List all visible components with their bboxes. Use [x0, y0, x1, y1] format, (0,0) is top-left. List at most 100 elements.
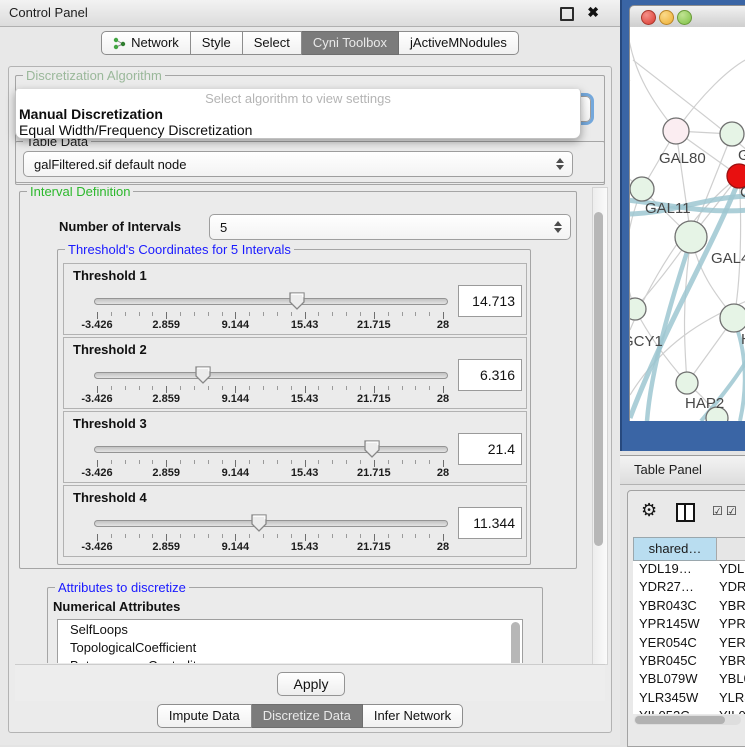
- tick-mark: [332, 312, 333, 316]
- slider-thumb[interactable]: [288, 291, 306, 311]
- tick-mark: [318, 460, 319, 464]
- tab-cyni-toolbox[interactable]: Cyni Toolbox: [302, 31, 399, 55]
- network-node-green[interactable]: [720, 304, 745, 332]
- tab-network[interactable]: Network: [101, 31, 191, 55]
- columns-icon[interactable]: [676, 503, 695, 522]
- slider-thumb[interactable]: [250, 513, 268, 533]
- dropdown-item-manual-discretization[interactable]: Manual Discretization: [19, 106, 163, 122]
- attribute-list-item[interactable]: BetweennessCentrality: [58, 656, 522, 663]
- node-label: GAL80: [659, 150, 706, 167]
- table-row[interactable]: YBR045CYBR0: [633, 653, 745, 671]
- tab-label: Infer Network: [374, 706, 451, 726]
- apply-button[interactable]: Apply: [277, 672, 345, 696]
- tab-jactivemnodules[interactable]: jActiveMNodules: [399, 31, 519, 55]
- attribute-list-item[interactable]: SelfLoops: [58, 620, 522, 638]
- table-horizontal-scrollbar[interactable]: [634, 715, 741, 725]
- table-row[interactable]: YPR145WYPR1: [633, 616, 745, 634]
- network-node-green[interactable]: [675, 221, 707, 253]
- threshold-label: Threshold 1: [73, 268, 147, 283]
- network-window-titlebar[interactable]: [629, 5, 745, 29]
- network-canvas[interactable]: GAL80GCGAL11GAL4GCY1HHAP2: [629, 27, 745, 421]
- tick-label: 21.715: [357, 467, 391, 479]
- close-icon[interactable]: ✖: [587, 4, 599, 21]
- panel-title: Control Panel: [9, 5, 88, 20]
- tick-mark: [97, 312, 98, 319]
- node-table[interactable]: shared… na YDL19…YDL1YDR27…YDR2YBR043CYB…: [633, 537, 745, 714]
- tick-mark: [139, 460, 140, 464]
- number-of-intervals-combo[interactable]: 5: [209, 214, 571, 240]
- slider-track[interactable]: [94, 446, 448, 453]
- tick-label: 28: [437, 319, 449, 331]
- slider-track[interactable]: [94, 520, 448, 527]
- cell-shared-name: YBR045C: [639, 653, 697, 668]
- threshold-value-input[interactable]: [458, 359, 522, 391]
- table-row[interactable]: YLR345WYLR3: [633, 690, 745, 708]
- slider-thumb[interactable]: [363, 439, 381, 459]
- threshold-value-input[interactable]: [458, 433, 522, 465]
- table-row[interactable]: YDL19…YDL1: [633, 561, 745, 579]
- float-window-icon[interactable]: [560, 7, 574, 21]
- threshold-value-input[interactable]: [458, 285, 522, 317]
- table-row[interactable]: YDR27…YDR2: [633, 579, 745, 597]
- node-label: HAP2: [685, 395, 724, 412]
- numerical-attributes-list[interactable]: SelfLoopsTopologicalCoefficientBetweenne…: [57, 619, 523, 663]
- network-node-green[interactable]: [630, 298, 646, 320]
- table-row[interactable]: YER054CYER0: [633, 635, 745, 653]
- tick-mark: [415, 386, 416, 390]
- gear-icon[interactable]: ⚙: [641, 501, 657, 519]
- table-row[interactable]: YIL052CYIL0: [633, 708, 745, 714]
- close-traffic-light-icon[interactable]: [641, 10, 656, 25]
- attributes-list-scrollbar[interactable]: [511, 622, 520, 663]
- checkbox-icon[interactable]: ☑: [712, 505, 723, 517]
- network-node-green[interactable]: [630, 177, 654, 201]
- zoom-traffic-light-icon[interactable]: [677, 10, 692, 25]
- column-header-shared-name[interactable]: shared…: [633, 537, 717, 561]
- scrollbar-thumb[interactable]: [635, 716, 725, 724]
- settings-scroll-area: Interval Definition Number of Intervals …: [15, 187, 591, 663]
- discretization-algorithm-title: Discretization Algorithm: [23, 68, 165, 83]
- column-header-name[interactable]: na: [716, 537, 745, 561]
- tick-mark: [402, 534, 403, 538]
- slider-track[interactable]: [94, 298, 448, 305]
- minimize-traffic-light-icon[interactable]: [659, 10, 674, 25]
- tick-mark: [402, 386, 403, 390]
- tick-mark: [180, 460, 181, 464]
- tick-mark: [305, 460, 306, 467]
- slider-thumb[interactable]: [194, 365, 212, 385]
- tick-mark: [277, 386, 278, 390]
- tick-mark: [180, 534, 181, 538]
- tab-impute-data[interactable]: Impute Data: [157, 704, 252, 728]
- network-node-green[interactable]: [720, 122, 744, 146]
- tab-style[interactable]: Style: [191, 31, 243, 55]
- table-row[interactable]: YBR043CYBR0: [633, 598, 745, 616]
- attribute-list-item[interactable]: TopologicalCoefficient: [58, 638, 522, 656]
- tick-mark: [152, 534, 153, 538]
- tick-mark: [291, 534, 292, 538]
- checkbox-icon[interactable]: ☑: [726, 505, 737, 517]
- cell-shared-name: YDR27…: [639, 579, 694, 594]
- table-row[interactable]: YBL079WYBL0: [633, 671, 745, 689]
- settings-vertical-scrollbar[interactable]: [592, 187, 608, 665]
- table-data-combo[interactable]: galFiltered.sif default node: [23, 151, 573, 177]
- table-panel-title: Table Panel: [634, 462, 702, 477]
- tick-mark: [166, 460, 167, 467]
- tick-mark: [111, 312, 112, 316]
- tick-mark: [415, 534, 416, 538]
- node-label: C: [740, 184, 745, 201]
- network-node-pink[interactable]: [663, 118, 689, 144]
- threshold-value-input[interactable]: [458, 507, 522, 539]
- dropdown-item-equal-width-frequency[interactable]: Equal Width/Frequency Discretization: [19, 122, 252, 138]
- tick-mark: [374, 534, 375, 541]
- tick-label: 15.43: [291, 319, 319, 331]
- tab-infer-network[interactable]: Infer Network: [363, 704, 463, 728]
- scrollbar-thumb[interactable]: [594, 212, 603, 546]
- network-edge: [630, 189, 642, 309]
- network-node-green[interactable]: [676, 372, 698, 394]
- tick-label: 9.144: [222, 467, 250, 479]
- tick-mark: [139, 312, 140, 316]
- tab-select[interactable]: Select: [243, 31, 302, 55]
- tab-discretize-data[interactable]: Discretize Data: [252, 704, 363, 728]
- slider-track[interactable]: [94, 372, 448, 379]
- tick-mark: [415, 460, 416, 464]
- tick-mark: [346, 534, 347, 538]
